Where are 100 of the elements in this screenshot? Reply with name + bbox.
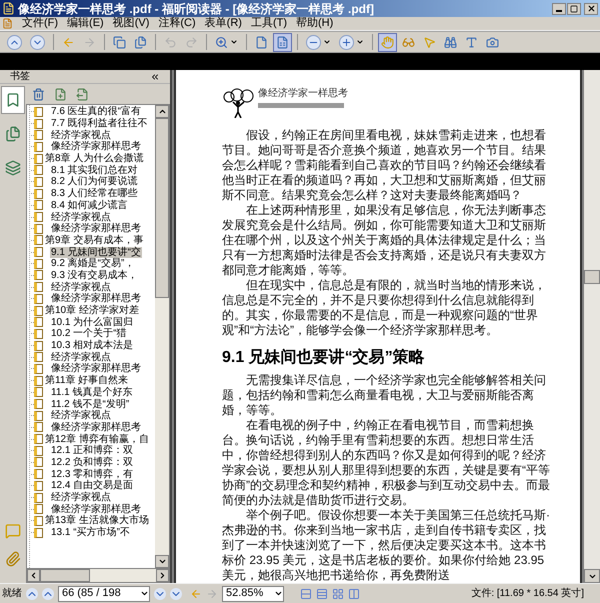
continuous-page-icon[interactable] [316, 588, 328, 600]
maximize-button[interactable] [567, 2, 581, 14]
chapter-bookmark[interactable]: 第8章 人为什么会撒谎 [44, 153, 144, 164]
previous-page-icon[interactable] [42, 588, 54, 600]
vertical-scrollbar[interactable] [155, 105, 169, 568]
caret-icon[interactable] [274, 589, 283, 598]
section-bookmark[interactable]: 像经济学家那样思考 [50, 141, 142, 152]
bookmark-page-icon [34, 410, 43, 421]
bookmark-page-icon [34, 364, 43, 374]
section-heading: 9.1 兄妹间也要讲“交易”策略 [222, 348, 426, 368]
section-bookmark[interactable]: 11.2 钱不是“发明” [50, 398, 130, 410]
section-bookmark[interactable]: 7.6 医生真的很“富有 [50, 106, 142, 118]
menu-item[interactable]: 表单(R) [204, 17, 242, 30]
add-page-icon[interactable] [54, 88, 67, 100]
chapter-bookmark[interactable]: 第12章 博弈有输赢，自 [44, 434, 150, 445]
caret-icon[interactable] [140, 589, 149, 598]
bookmark-page-icon [34, 165, 43, 176]
hand-tool-button[interactable] [378, 32, 397, 52]
section-bookmark[interactable]: 12.2 负和博弈：双 [50, 456, 134, 468]
bookmark-page-icon [34, 247, 43, 258]
section-bookmark[interactable]: 9.1 兄妹间也要讲“交 [50, 246, 142, 258]
redo-icon [185, 36, 198, 48]
caret-icon [230, 38, 238, 46]
left-arrow-icon [62, 36, 75, 48]
section-bookmark[interactable]: 经济学家视点 [50, 282, 112, 293]
bookmark-page-icon [34, 224, 43, 234]
bookmark-page-icon [34, 154, 43, 164]
section-bookmark[interactable]: 像经济学家那样思考 [50, 504, 142, 515]
section-bookmark[interactable]: 12.3 零和博弈，有 [50, 468, 134, 480]
section-bookmark[interactable]: 像经济学家那样思考 [50, 363, 142, 374]
chapter-bookmark[interactable]: 第11章 好事自然来 [44, 375, 130, 386]
fit-width-button[interactable] [273, 32, 292, 52]
caret-icon [356, 38, 364, 46]
last-page-icon[interactable] [170, 588, 182, 600]
page-arrow-icon[interactable] [76, 88, 89, 100]
scroll-thumb[interactable] [584, 270, 600, 284]
section-bookmark[interactable]: 12.1 正和博弈：双 [50, 445, 134, 456]
section-bookmark[interactable]: 8.3 人们经常在哪些 [50, 188, 139, 200]
chapter-bookmark[interactable]: 第9章 交易有成本，事 [44, 234, 144, 246]
section-bookmark[interactable]: 12.4 自由交易是面 [50, 480, 134, 492]
section-bookmark[interactable]: 13.1 “买方市场”不 [50, 527, 131, 538]
pages-icon [134, 36, 147, 48]
panel-tab[interactable] [1, 86, 25, 114]
bookmark-page-icon [34, 516, 43, 526]
bookmark-page-icon [34, 340, 43, 351]
bookmark-page-icon [34, 480, 43, 491]
chapter-bookmark[interactable]: 第10章 经济学家对差 [44, 305, 140, 316]
two-page-icon[interactable] [348, 588, 360, 600]
chapter-bookmark[interactable]: 第13章 生活就像大市场 [44, 515, 150, 526]
page-number-field[interactable]: 66 (85 / 198 [58, 586, 150, 602]
section-bookmark[interactable]: 10.2 一个关于“猎 [50, 328, 128, 340]
bookmark-page-icon [34, 399, 43, 410]
menu-item[interactable]: 注释(C) [158, 17, 196, 30]
right-arrow-icon [83, 36, 96, 48]
collapse-icon[interactable] [150, 72, 160, 82]
body-paragraph: 但在现实中，信息总是有限的，就当时当地的情形来说，信息总是不完全的，并不是只要你想得到什么信息就能得到的。其实，你最需要的不是信息，而是一种观察问题的“世界观”和“方法论”，能够学会像一个经济学家那样思考。 [222, 278, 547, 338]
menu-item[interactable]: 编辑(E) [67, 17, 104, 30]
section-bookmark[interactable]: 9.2 离婚是“交易”， [50, 258, 136, 270]
trash-icon[interactable] [32, 88, 45, 100]
bookmark-page-icon [34, 317, 43, 328]
document-scrollbar[interactable] [584, 70, 600, 583]
bookmark-page-icon [34, 492, 43, 503]
body-paragraph: 在看电视的例子中，约翰正在看电视节目，而雪莉想换台。换句话说，约翰手里有雪莉想要的东西。想想日常生活中，你曾经想得到别人的东西吗？你又是如何得到的呢？经济学家会说，要想从别人那里得到想要的东西，关键是要有“平等协商”的交易理念和契约精神，积极参与到互动交易中去。而最简便的办法就是借助货币进行交易。 [222, 418, 550, 508]
section-bookmark[interactable]: 经济学家视点 [50, 492, 112, 504]
menu-item[interactable]: 文件(F) [22, 17, 58, 30]
bookmark-page-icon [34, 106, 43, 117]
section-bookmark[interactable]: 10.1 为什么富国归 [50, 316, 134, 328]
section-bookmark[interactable]: 11.1 钱真是个好东 [50, 386, 134, 398]
section-bookmark[interactable]: 9.3 没有交易成本， [50, 270, 139, 281]
first-page-icon[interactable] [26, 588, 38, 600]
zoom-field[interactable]: 52.85% [222, 586, 284, 602]
section-bookmark[interactable]: 经济学家视点 [50, 130, 112, 141]
body-paragraph: 在上述两种情形里，如果没有足够信息，你无法判断事态发展究竟会是什么结局。例如，你可能需要知道大卫和艾丽斯住在哪个州，以及这个州关于离婚的具体法律规定是什么；当只有一方想离婚时法律是否会支持离婚，还是说只有夫妻双方都同意才能离婚，等等。 [222, 203, 547, 278]
section-bookmark[interactable]: 像经济学家那样思考 [50, 293, 142, 304]
minimize-button[interactable] [552, 2, 566, 14]
section-bookmark[interactable]: 经济学家视点 [50, 212, 112, 223]
menu-item[interactable]: 视图(V) [112, 17, 150, 30]
status-text: 就绪 [2, 586, 22, 601]
paperclip-icon[interactable] [5, 551, 21, 567]
section-bookmark[interactable]: 8.1 其实我们总在对 [50, 164, 139, 176]
bookmark-page-icon [34, 504, 43, 514]
section-bookmark[interactable]: 7.7 既得利益者往往不 [50, 118, 149, 130]
section-bookmark[interactable]: 8.2 人们为何要说谎 [50, 176, 139, 188]
page-icon [255, 36, 268, 48]
bookmark-page-icon [34, 282, 43, 292]
grid-page-icon[interactable] [332, 588, 344, 600]
section-bookmark[interactable]: 经济学家视点 [50, 410, 112, 422]
bookmark-page-icon [34, 294, 43, 304]
menu-item[interactable]: 工具(T) [250, 17, 287, 30]
horizontal-scrollbar[interactable] [26, 569, 170, 583]
next-page-icon[interactable] [154, 588, 166, 600]
close-button[interactable] [584, 2, 598, 14]
section-bookmark[interactable]: 像经济学家那样思考 [50, 422, 142, 433]
section-bookmark[interactable]: 8.4 如何减少谎言 [50, 200, 129, 211]
menu-item[interactable]: 帮助(H) [296, 17, 334, 30]
bookmark-page-icon [34, 328, 43, 339]
section-bookmark[interactable]: 经济学家视点 [50, 352, 112, 363]
section-bookmark[interactable]: 10.3 相对成本法是 [50, 340, 134, 352]
single-page-icon[interactable] [300, 588, 312, 600]
section-bookmark[interactable]: 像经济学家那样思考 [50, 223, 142, 234]
